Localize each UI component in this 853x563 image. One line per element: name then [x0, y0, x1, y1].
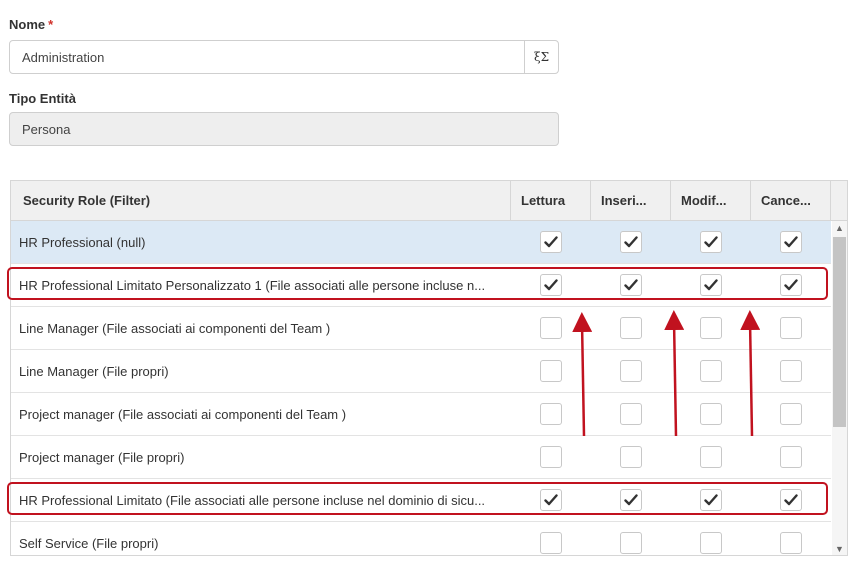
modify-checkbox[interactable] — [700, 489, 722, 511]
name-input[interactable]: Administration — [9, 40, 527, 74]
checkmark-icon — [624, 279, 638, 291]
insert-checkbox[interactable] — [620, 317, 642, 339]
modify-checkbox[interactable] — [700, 403, 722, 425]
table-row[interactable]: Line Manager (File propri) — [11, 350, 831, 393]
insert-checkbox[interactable] — [620, 403, 642, 425]
read-checkbox[interactable] — [540, 403, 562, 425]
insert-checkbox[interactable] — [620, 274, 642, 296]
scroll-down-icon[interactable]: ▼ — [832, 542, 847, 555]
role-name: HR Professional Limitato (File associati… — [19, 492, 486, 508]
role-name: Project manager (File propri) — [19, 449, 185, 465]
delete-checkbox[interactable] — [780, 489, 802, 511]
insert-checkbox[interactable] — [620, 360, 642, 382]
read-checkbox[interactable] — [540, 317, 562, 339]
checkmark-icon — [784, 494, 798, 506]
checkmark-icon — [784, 279, 798, 291]
delete-checkbox[interactable] — [780, 317, 802, 339]
delete-checkbox[interactable] — [780, 360, 802, 382]
scroll-up-icon[interactable]: ▲ — [832, 221, 847, 235]
role-name: HR Professional Limitato Personalizzato … — [19, 277, 486, 293]
table-row[interactable]: Line Manager (File associati ai componen… — [11, 307, 831, 350]
grid-header: Security Role (Filter) Lettura Inseri...… — [11, 181, 847, 221]
role-name: HR Professional (null) — [19, 234, 146, 250]
required-mark: * — [48, 17, 54, 32]
read-checkbox[interactable] — [540, 446, 562, 468]
table-row[interactable]: HR Professional Limitato (File associati… — [11, 479, 831, 522]
modify-checkbox[interactable] — [700, 231, 722, 253]
table-row[interactable]: Project manager (File associati ai compo… — [11, 393, 831, 436]
modify-checkbox[interactable] — [700, 360, 722, 382]
grid-scrollbar[interactable]: ▲ ▼ — [832, 221, 847, 555]
column-header-modify[interactable]: Modif... — [671, 181, 751, 220]
role-name: Project manager (File associati ai compo… — [19, 406, 347, 422]
delete-checkbox[interactable] — [780, 274, 802, 296]
checkmark-icon — [544, 236, 558, 248]
read-checkbox[interactable] — [540, 532, 562, 554]
delete-checkbox[interactable] — [780, 403, 802, 425]
delete-checkbox[interactable] — [780, 231, 802, 253]
modify-checkbox[interactable] — [700, 274, 722, 296]
insert-checkbox[interactable] — [620, 532, 642, 554]
checkmark-icon — [704, 279, 718, 291]
table-row[interactable]: Project manager (File propri) — [11, 436, 831, 479]
name-label: Nome * — [9, 17, 54, 32]
checkmark-icon — [544, 279, 558, 291]
checkmark-icon — [544, 494, 558, 506]
role-name: Self Service (File propri) — [19, 535, 159, 551]
security-role-grid: Security Role (Filter) Lettura Inseri...… — [10, 180, 848, 556]
entity-type-value: Persona — [22, 121, 71, 137]
role-name: Line Manager (File associati ai componen… — [19, 320, 331, 336]
checkmark-icon — [784, 236, 798, 248]
delete-checkbox[interactable] — [780, 446, 802, 468]
name-input-value: Administration — [22, 49, 105, 65]
table-row[interactable]: HR Professional (null) — [11, 221, 831, 264]
table-row[interactable]: Self Service (File propri) — [11, 522, 831, 555]
read-checkbox[interactable] — [540, 360, 562, 382]
read-checkbox[interactable] — [540, 274, 562, 296]
column-header-insert[interactable]: Inseri... — [591, 181, 671, 220]
modify-checkbox[interactable] — [700, 317, 722, 339]
role-name: Line Manager (File propri) — [19, 363, 169, 379]
entity-type-label: Tipo Entità — [9, 91, 76, 106]
checkmark-icon — [624, 494, 638, 506]
expression-icon: ξΣ — [533, 50, 550, 64]
column-header-delete[interactable]: Cance... — [751, 181, 831, 220]
insert-checkbox[interactable] — [620, 231, 642, 253]
checkmark-icon — [624, 236, 638, 248]
read-checkbox[interactable] — [540, 489, 562, 511]
checkmark-icon — [704, 236, 718, 248]
column-header-security-role[interactable]: Security Role (Filter) — [11, 181, 511, 220]
insert-checkbox[interactable] — [620, 489, 642, 511]
checkmark-icon — [704, 494, 718, 506]
read-checkbox[interactable] — [540, 231, 562, 253]
modify-checkbox[interactable] — [700, 446, 722, 468]
scrollbar-thumb[interactable] — [833, 237, 846, 427]
entity-type-field: Persona — [9, 112, 559, 146]
table-row[interactable]: HR Professional Limitato Personalizzato … — [11, 264, 831, 307]
expression-button[interactable]: ξΣ — [524, 40, 559, 74]
modify-checkbox[interactable] — [700, 532, 722, 554]
delete-checkbox[interactable] — [780, 532, 802, 554]
column-header-read[interactable]: Lettura — [511, 181, 591, 220]
insert-checkbox[interactable] — [620, 446, 642, 468]
